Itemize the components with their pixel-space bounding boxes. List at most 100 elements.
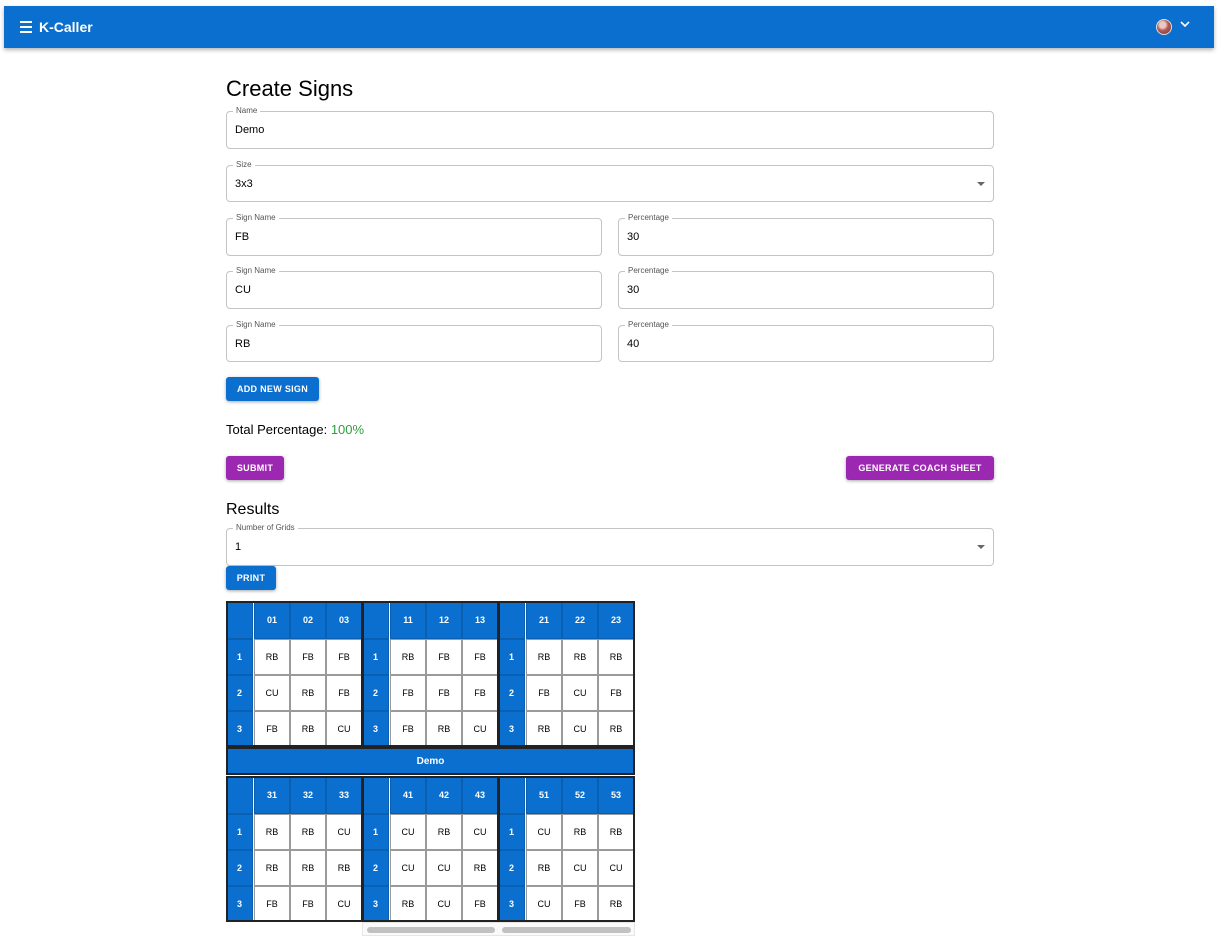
number-of-grids-value: 1 <box>235 541 242 553</box>
grid-cell: FB <box>390 675 426 711</box>
grid-cell: RB <box>290 814 326 850</box>
horizontal-scrollbar[interactable] <box>362 922 635 936</box>
grid-column-header: 51 <box>526 776 562 814</box>
grid-cell: RB <box>290 850 326 886</box>
add-new-sign-button[interactable]: ADD NEW SIGN <box>226 377 319 401</box>
grid-cell: CU <box>426 850 462 886</box>
grid-cell: FB <box>598 675 634 711</box>
grid-cell: CU <box>254 675 290 711</box>
grid-cell: FB <box>426 675 462 711</box>
grid-row-header: 2 <box>498 850 525 886</box>
grid-row-header: 2 <box>226 675 253 711</box>
sign-name-field[interactable]: Sign Name CU <box>226 266 602 309</box>
grid-column-header: 03 <box>326 601 362 639</box>
sign-name-field[interactable]: Sign Name FB <box>226 213 602 256</box>
number-of-grids-select[interactable]: Number of Grids 1 <box>226 523 994 566</box>
grid-column-header: 43 <box>462 776 498 814</box>
grid-cell: RB <box>390 886 426 922</box>
percentage-field[interactable]: Percentage 30 <box>618 213 994 256</box>
grid-cell: FB <box>254 711 290 747</box>
size-select-label: Size <box>233 160 255 170</box>
grid-row-header: 1 <box>226 814 253 850</box>
grid-row-header: 1 <box>498 814 525 850</box>
grid-block: 21 22 23 1 RB RB RB 2 FB CU FB 3 RB CU RB <box>498 601 635 747</box>
grid-cell: FB <box>426 639 462 675</box>
grid-column-header: 02 <box>290 601 326 639</box>
results-title: Results <box>226 501 280 518</box>
dropdown-arrow-icon <box>977 545 985 549</box>
grid-cell: RB <box>526 639 562 675</box>
grid-cell: FB <box>462 639 498 675</box>
grid-cell: RB <box>598 711 634 747</box>
page-title: Create Signs <box>226 76 354 101</box>
grid-cell: RB <box>462 850 498 886</box>
grid-cell: RB <box>598 886 634 922</box>
sign-name-label: Sign Name <box>233 320 279 330</box>
grid-cell: CU <box>526 814 562 850</box>
grid-cell: RB <box>598 639 634 675</box>
sign-name-value: FB <box>235 231 250 243</box>
percentage-value: 30 <box>627 284 640 296</box>
sign-name-label: Sign Name <box>233 213 279 223</box>
grid-row-header: 2 <box>362 675 389 711</box>
grid-cell: FB <box>290 886 326 922</box>
size-select[interactable]: Size 3x3 <box>226 160 994 202</box>
grid-column-header: 21 <box>526 601 562 639</box>
grid-corner-cell <box>498 601 525 639</box>
grid-cell: RB <box>390 639 426 675</box>
grid-cell: RB <box>326 850 362 886</box>
avatar[interactable] <box>1156 19 1172 35</box>
size-select-value: 3x3 <box>235 177 253 190</box>
scrollbar-thumb[interactable] <box>502 927 631 933</box>
percentage-field[interactable]: Percentage 30 <box>618 266 994 309</box>
grid-column-header: 23 <box>598 601 634 639</box>
grid-cell: FB <box>326 639 362 675</box>
generate-coach-sheet-button[interactable]: GENERATE COACH SHEET <box>846 456 994 480</box>
grid-column-header: 01 <box>254 601 290 639</box>
grid-cell: FB <box>326 675 362 711</box>
percentage-value: 30 <box>627 231 640 243</box>
total-percentage: Total Percentage: 100% <box>226 422 364 437</box>
total-percentage-label: Total Percentage: <box>226 422 328 437</box>
grid-cell: FB <box>526 675 562 711</box>
chevron-down-icon[interactable] <box>1178 17 1192 31</box>
app-title: K-Caller <box>39 19 93 35</box>
grid-row-header: 1 <box>362 814 389 850</box>
grid-row-header: 2 <box>498 675 525 711</box>
sign-name-label: Sign Name <box>233 266 279 276</box>
scrollbar-thumb[interactable] <box>367 927 495 933</box>
grid-block: 11 12 13 1 RB FB FB 2 FB FB FB 3 FB RB CU <box>362 601 499 747</box>
print-button[interactable]: PRINT <box>226 566 276 590</box>
grid-cell: CU <box>526 886 562 922</box>
number-of-grids-label: Number of Grids <box>233 523 298 533</box>
grid-cell: RB <box>598 814 634 850</box>
grid-column-header: 42 <box>426 776 462 814</box>
sign-name-field[interactable]: Sign Name RB <box>226 320 602 362</box>
grid-cell: RB <box>526 850 562 886</box>
name-field[interactable]: Name Demo <box>226 106 994 149</box>
grid-cell: FB <box>562 886 598 922</box>
grid-corner-cell <box>362 601 389 639</box>
grid-name-bar: Demo <box>226 747 635 775</box>
grid-cell: RB <box>562 814 598 850</box>
submit-button[interactable]: SUBMIT <box>226 456 284 480</box>
grid-row-header: 3 <box>226 711 253 747</box>
grid-cell: FB <box>462 675 498 711</box>
grid-cell: FB <box>254 886 290 922</box>
grid-row-header: 3 <box>362 711 389 747</box>
grid-cell: RB <box>290 711 326 747</box>
grid-cell: CU <box>326 886 362 922</box>
grid-cell: RB <box>526 711 562 747</box>
grid-row-header: 1 <box>498 639 525 675</box>
grid-cell: CU <box>462 711 498 747</box>
grid-cell: RB <box>254 639 290 675</box>
grid-cell: CU <box>326 814 362 850</box>
dropdown-arrow-icon <box>977 181 985 186</box>
app-bar: K-Caller <box>4 6 1214 48</box>
percentage-label: Percentage <box>625 213 672 223</box>
grid-cell: CU <box>562 850 598 886</box>
menu-icon[interactable] <box>20 20 32 34</box>
percentage-field[interactable]: Percentage 40 <box>618 320 994 362</box>
grid-row-header: 3 <box>498 711 525 747</box>
name-field-label: Name <box>233 106 261 116</box>
